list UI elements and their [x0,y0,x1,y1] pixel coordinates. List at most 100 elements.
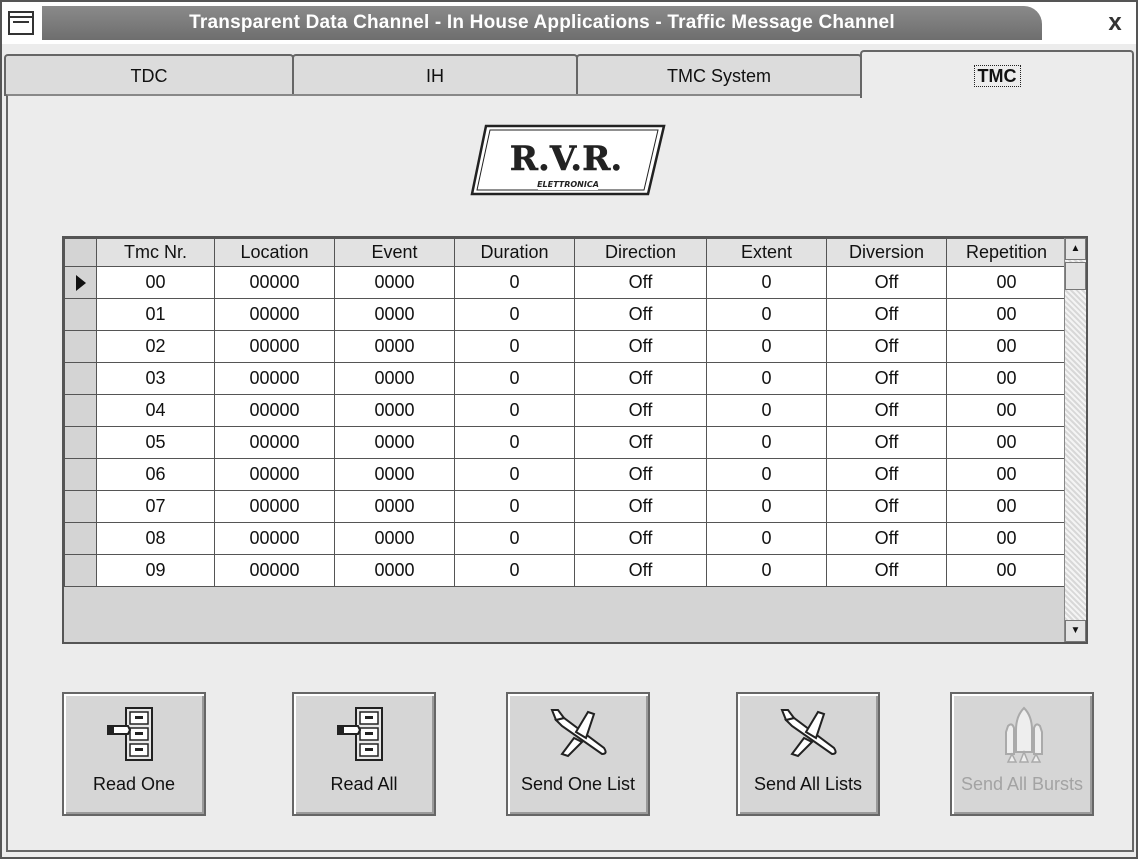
table-cell[interactable]: 0 [706,490,827,523]
table-cell[interactable]: 00000 [214,490,335,523]
table-cell[interactable]: Off [574,362,707,395]
table-cell[interactable]: Off [826,394,947,427]
table-cell[interactable]: 0000 [334,426,455,459]
table-cell[interactable]: 0000 [334,490,455,523]
column-header[interactable]: Diversion [826,238,947,267]
row-selector[interactable] [64,458,97,491]
table-cell[interactable]: Off [826,362,947,395]
table-cell[interactable]: 00 [946,522,1067,555]
row-selector[interactable] [64,394,97,427]
table-cell[interactable]: Off [826,426,947,459]
table-cell[interactable]: Off [826,522,947,555]
vertical-scrollbar[interactable]: ▲ ▼ [1064,238,1086,642]
table-cell[interactable]: 0000 [334,362,455,395]
table-cell[interactable]: 00000 [214,554,335,587]
column-header[interactable]: Location [214,238,335,267]
table-cell[interactable]: 0 [706,458,827,491]
table-cell[interactable]: 0000 [334,394,455,427]
tab-tdc[interactable]: TDC [4,54,294,96]
scroll-thumb[interactable] [1065,262,1086,290]
table-cell[interactable]: Off [826,298,947,331]
table-cell[interactable]: 0 [454,522,575,555]
row-selector[interactable] [64,522,97,555]
table-cell[interactable]: 0 [454,330,575,363]
row-selector[interactable] [64,490,97,523]
table-cell[interactable]: 00 [946,394,1067,427]
table-cell[interactable]: 04 [96,394,215,427]
table-cell[interactable]: Off [574,458,707,491]
table-cell[interactable]: Off [826,554,947,587]
table-row[interactable]: 04 00000 0000 0 Off 0 Off 00 [64,394,1067,427]
table-cell[interactable]: 0 [454,490,575,523]
send-one-list-button[interactable]: Send One List [506,692,650,816]
table-cell[interactable]: Off [826,330,947,363]
table-row[interactable]: 03 00000 0000 0 Off 0 Off 00 [64,362,1067,395]
table-cell[interactable]: 00 [946,266,1067,299]
tab-tmc[interactable]: TMC [860,50,1134,98]
table-row[interactable]: 00 00000 0000 0 Off 0 Off 00 [64,266,1067,299]
table-cell[interactable]: 0 [706,522,827,555]
table-cell[interactable]: 00000 [214,394,335,427]
row-selector[interactable] [64,554,97,587]
table-cell[interactable]: 0 [706,426,827,459]
title-bar[interactable]: Transparent Data Channel - In House Appl… [2,2,1136,44]
column-header[interactable]: Duration [454,238,575,267]
tab-ih[interactable]: IH [292,54,578,96]
table-cell[interactable]: 05 [96,426,215,459]
table-cell[interactable]: 00 [946,298,1067,331]
tmc-grid[interactable]: Tmc Nr. Location Event Duration Directio… [62,236,1088,644]
column-header[interactable]: Tmc Nr. [96,238,215,267]
row-selector[interactable] [64,426,97,459]
table-cell[interactable]: Off [574,522,707,555]
table-cell[interactable]: Off [574,330,707,363]
column-header[interactable]: Repetition [946,238,1067,267]
table-row[interactable]: 01 00000 0000 0 Off 0 Off 00 [64,298,1067,331]
table-cell[interactable]: 0 [454,298,575,331]
table-cell[interactable]: 0 [454,362,575,395]
table-cell[interactable]: Off [574,426,707,459]
table-cell[interactable]: 0 [454,266,575,299]
table-cell[interactable]: 0 [454,394,575,427]
table-cell[interactable]: 00000 [214,298,335,331]
read-all-button[interactable]: Read All [292,692,436,816]
table-cell[interactable]: 0 [454,426,575,459]
row-selector[interactable] [64,266,97,299]
table-row[interactable]: 07 00000 0000 0 Off 0 Off 00 [64,490,1067,523]
table-cell[interactable]: Off [574,554,707,587]
table-cell[interactable]: 0 [706,394,827,427]
table-cell[interactable]: Off [826,266,947,299]
table-cell[interactable]: 0 [706,298,827,331]
table-cell[interactable]: 0000 [334,298,455,331]
read-one-button[interactable]: Read One [62,692,206,816]
table-cell[interactable]: 01 [96,298,215,331]
table-cell[interactable]: 00000 [214,266,335,299]
table-cell[interactable]: 0 [454,458,575,491]
table-cell[interactable]: Off [574,394,707,427]
table-row[interactable]: 02 00000 0000 0 Off 0 Off 00 [64,330,1067,363]
table-cell[interactable]: 00 [946,330,1067,363]
table-cell[interactable]: 00000 [214,362,335,395]
table-cell[interactable]: 00 [946,490,1067,523]
scroll-down-icon[interactable]: ▼ [1065,620,1086,642]
row-selector[interactable] [64,362,97,395]
table-cell[interactable]: Off [574,266,707,299]
table-cell[interactable]: 00 [946,362,1067,395]
table-cell[interactable]: Off [826,490,947,523]
table-cell[interactable]: 02 [96,330,215,363]
table-cell[interactable]: 00 [946,458,1067,491]
tab-tmc-system[interactable]: TMC System [576,54,862,96]
table-row[interactable]: 05 00000 0000 0 Off 0 Off 00 [64,426,1067,459]
row-selector[interactable] [64,330,97,363]
table-cell[interactable]: 00000 [214,330,335,363]
table-cell[interactable]: 0000 [334,554,455,587]
system-menu-icon[interactable] [8,11,34,35]
table-cell[interactable]: Off [574,490,707,523]
row-selector[interactable] [64,298,97,331]
table-row[interactable]: 06 00000 0000 0 Off 0 Off 00 [64,458,1067,491]
column-header[interactable]: Extent [706,238,827,267]
table-cell[interactable]: 09 [96,554,215,587]
table-cell[interactable]: 06 [96,458,215,491]
table-cell[interactable]: 0 [706,266,827,299]
table-cell[interactable]: 0000 [334,522,455,555]
table-cell[interactable]: 0 [706,330,827,363]
